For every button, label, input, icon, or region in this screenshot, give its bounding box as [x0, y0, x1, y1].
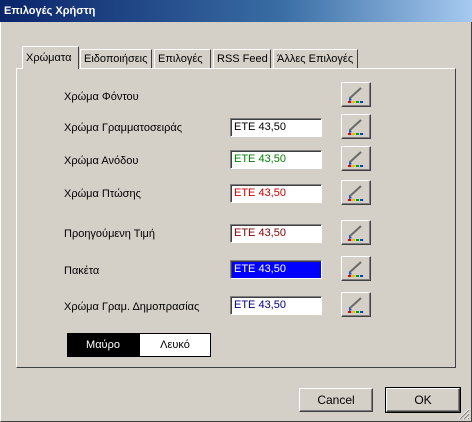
ok-button[interactable]: OK [385, 387, 461, 413]
pick-previous-price-color-button[interactable] [341, 220, 371, 245]
resize-grip-icon[interactable] [458, 408, 470, 420]
packets-preview-field[interactable]: ΕΤΕ 43,50 [230, 260, 322, 279]
cancel-button[interactable]: Cancel [299, 388, 373, 412]
auction-line-preview-field[interactable]: ΕΤΕ 43,50 [230, 296, 322, 315]
window-title: Επιλογές Χρήστη [4, 5, 96, 17]
pick-rise-color-button[interactable] [341, 146, 371, 171]
tab-label: RSS Feed [217, 53, 268, 65]
pick-auction-line-color-button[interactable] [341, 292, 371, 317]
previous-price-preview-field[interactable]: ΕΤΕ 43,50 [230, 224, 322, 243]
window-title-bar[interactable]: Επιλογές Χρήστη [0, 0, 472, 22]
tab-other-options[interactable]: Άλλες Επιλογές [273, 49, 358, 68]
pick-fall-color-button[interactable] [341, 180, 371, 205]
pick-background-color-button[interactable] [341, 82, 371, 107]
tab-rss-feed[interactable]: RSS Feed [213, 49, 271, 68]
tab-label: Χρώματα [26, 52, 72, 64]
pick-font-color-button[interactable] [341, 114, 371, 139]
tab-options[interactable]: Επιλογές [154, 49, 211, 68]
label-fall-color: Χρώμα Πτώσης [64, 188, 141, 200]
tab-label: Επιλογές [158, 53, 203, 65]
label-previous-price: Προηγούμενη Τιμή [64, 228, 155, 240]
label-auction-line-color: Χρώμα Γραμ. Δημοπρασίας [64, 301, 200, 313]
label-background-color: Χρώμα Φόντου [64, 91, 139, 103]
tab-colors[interactable]: Χρώματα [22, 46, 79, 69]
tab-label: Ειδοποιήσεις [84, 53, 148, 65]
theme-black-button[interactable]: Μαύρο [67, 333, 139, 357]
tab-panel-colors [16, 68, 456, 368]
tab-notifications[interactable]: Ειδοποιήσεις [80, 49, 152, 68]
label-rise-color: Χρώμα Ανόδου [64, 155, 139, 167]
theme-white-button[interactable]: Λευκό [139, 333, 211, 357]
tab-label: Άλλες Επιλογές [277, 53, 354, 65]
label-font-color: Χρώμα Γραμματοσειράς [64, 122, 183, 134]
label-packets: Πακέτα [64, 265, 100, 277]
fall-color-preview-field[interactable]: ΕΤΕ 43,50 [230, 184, 322, 203]
font-color-preview-field[interactable]: ΕΤΕ 43,50 [230, 118, 322, 137]
pick-packets-color-button[interactable] [341, 256, 371, 281]
rise-color-preview-field[interactable]: ΕΤΕ 43,50 [230, 150, 322, 169]
